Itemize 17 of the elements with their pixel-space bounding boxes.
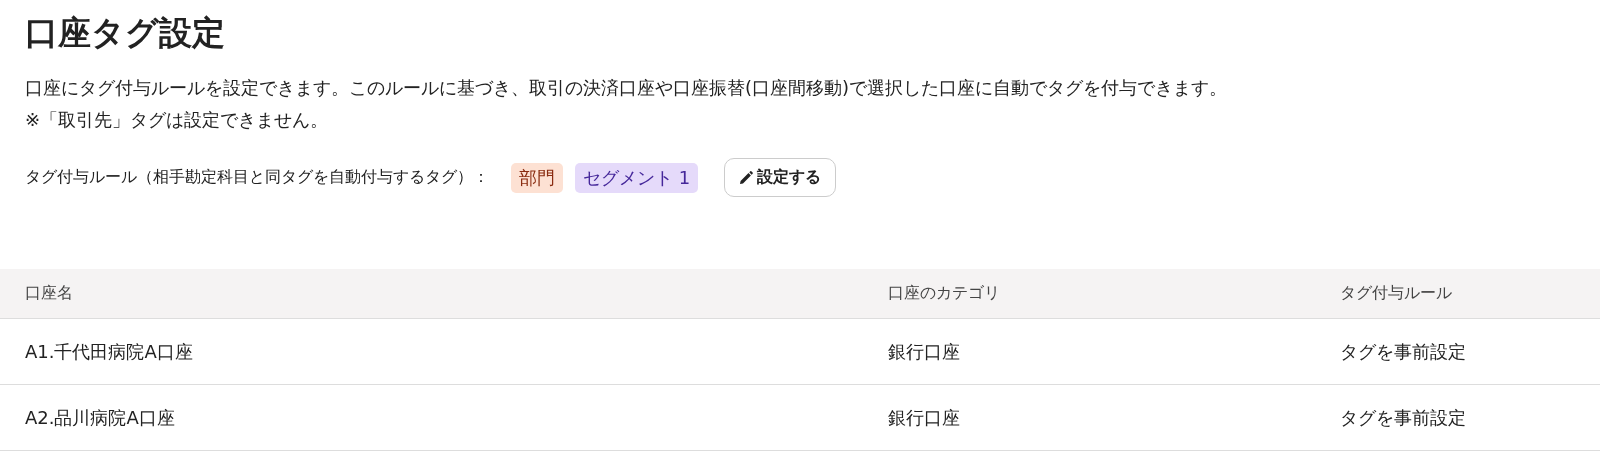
tag: セグメント 1 <box>575 162 699 193</box>
rule-label: タグ付与ルール（相手勘定科目と同タグを自動付与するタグ）： <box>25 167 489 188</box>
table-cell-text: 銀行口座 <box>888 339 961 364</box>
pencil-icon <box>739 170 754 185</box>
description-text: ※「取引先」タグは設定できません。 <box>25 108 330 132</box>
column-header: 口座のカテゴリ <box>888 283 1001 304</box>
tag: 部門 <box>511 162 563 193</box>
description-text: 口座にタグ付与ルールを設定できます。このルールに基づき、取引の決済口座や口座振替(口座間移動)で選択した口座に自動でタグを付与できます。 <box>25 76 1229 100</box>
settings-button[interactable]: 設定する <box>724 158 837 197</box>
table-cell-text: 銀行口座 <box>888 405 961 430</box>
column-header: 口座名 <box>25 283 74 304</box>
page-title: 口座タグ設定 <box>25 12 226 54</box>
table-cell-text: A1.千代田病院A口座 <box>25 339 194 364</box>
table-cell-text: タグを事前設定 <box>1340 405 1467 430</box>
table-cell-text: A2.品川病院A口座 <box>25 405 176 430</box>
column-header: タグ付与ルール <box>1340 283 1453 304</box>
table-cell-text: タグを事前設定 <box>1340 339 1467 364</box>
